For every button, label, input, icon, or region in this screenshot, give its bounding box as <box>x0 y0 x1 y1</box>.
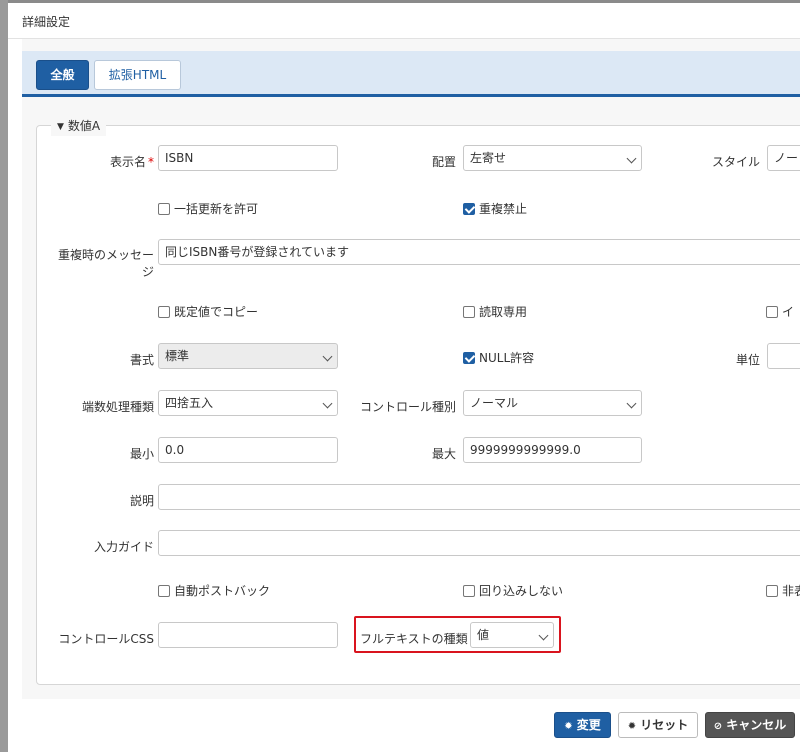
chevron-down-icon <box>626 153 637 164</box>
duplicate-message-label-line2: ジ <box>141 265 154 279</box>
checkbox-box <box>158 585 170 597</box>
min-label: 最小 <box>129 447 154 461</box>
ban-icon: ⊘ <box>713 721 723 732</box>
reset-button[interactable]: ✹ リセット <box>618 712 698 738</box>
cancel-button[interactable]: ⊘ キャンセル <box>705 712 795 738</box>
dialog-content: 全般 拡張HTML ▼ 数値A <box>22 39 800 699</box>
rounding-select[interactable]: 四捨五入 <box>158 390 338 416</box>
section-legend[interactable]: ▼ 数値A <box>51 118 107 136</box>
tab-bar: 全般 拡張HTML <box>22 51 800 97</box>
alignment-select[interactable]: 左寄せ <box>463 145 642 171</box>
change-button[interactable]: ✹ 変更 <box>554 712 611 738</box>
unit-label: 単位 <box>735 353 760 367</box>
no-duplicate-checkbox[interactable]: 重複禁止 <box>463 202 527 216</box>
duplicate-message-input[interactable]: 同じISBN番号が登録されています <box>158 239 800 265</box>
hidden-label: 非表 <box>782 584 800 598</box>
style-label: スタイル <box>711 155 760 169</box>
chevron-down-icon <box>322 351 333 362</box>
rounding-value: 四捨五入 <box>165 396 214 410</box>
null-allowed-label: NULL許容 <box>479 351 535 365</box>
bulk-update-checkbox[interactable]: 一括更新を許可 <box>158 202 258 216</box>
chevron-down-icon <box>626 398 637 409</box>
third-checkbox[interactable]: イ <box>766 305 794 319</box>
display-name-label: 表示名 * <box>88 153 154 170</box>
control-type-select[interactable]: ノーマル <box>463 390 642 416</box>
copy-default-checkbox[interactable]: 既定値でコピー <box>158 305 258 319</box>
description-label: 説明 <box>129 494 154 508</box>
checkbox-box-checked <box>463 352 475 364</box>
null-allowed-checkbox[interactable]: NULL許容 <box>463 351 534 365</box>
section-legend-label: 数値A <box>67 119 101 133</box>
caret-down-icon: ▼ <box>57 122 64 132</box>
checkbox-box <box>463 585 475 597</box>
unit-input[interactable] <box>767 343 800 369</box>
description-input[interactable] <box>158 484 800 510</box>
control-css-label: コントロールCSS <box>58 632 154 646</box>
gear-icon: ✹ <box>564 721 573 732</box>
no-wrap-label: 回り込みしない <box>479 584 564 598</box>
style-value: ノー <box>774 151 799 165</box>
display-name-label-text: 表示名 <box>109 155 146 169</box>
reset-button-label: リセット <box>640 718 689 732</box>
rounding-label: 端数処理種類 <box>81 400 154 414</box>
input-guide-label: 入力ガイド <box>93 540 154 554</box>
control-type-value: ノーマル <box>470 396 519 410</box>
format-select[interactable]: 標準 <box>158 343 338 369</box>
format-label: 書式 <box>129 353 154 367</box>
control-css-input[interactable] <box>158 622 338 648</box>
checkbox-box-checked <box>463 203 475 215</box>
bulk-update-label: 一括更新を許可 <box>174 202 259 216</box>
tab-general[interactable]: 全般 <box>36 60 89 90</box>
backdrop <box>0 0 8 752</box>
checkbox-box <box>766 585 778 597</box>
auto-postback-label: 自動ポストバック <box>174 584 271 598</box>
checkbox-box <box>766 306 778 318</box>
required-mark: * <box>148 155 154 169</box>
third-checkbox-label: イ <box>782 305 795 319</box>
dialog-title: 詳細設定 <box>8 3 800 39</box>
style-select[interactable]: ノー <box>767 145 800 171</box>
cancel-button-label: キャンセル <box>726 718 787 732</box>
alignment-label: 配置 <box>431 155 456 169</box>
alignment-value: 左寄せ <box>470 151 507 165</box>
no-wrap-checkbox[interactable]: 回り込みしない <box>463 584 563 598</box>
hidden-checkbox[interactable]: 非表 <box>766 584 800 598</box>
checkbox-box <box>158 306 170 318</box>
read-only-checkbox[interactable]: 読取専用 <box>463 305 527 319</box>
min-input[interactable]: 0.0 <box>158 437 338 463</box>
max-label: 最大 <box>431 447 456 461</box>
control-type-label: コントロール種別 <box>359 400 456 414</box>
settings-dialog: 詳細設定 全般 拡張HTML ▼ 数値A 表示名 * ISBN 配置 左寄せ スタイ… <box>8 3 800 752</box>
auto-postback-checkbox[interactable]: 自動ポストバック <box>158 584 270 598</box>
checkbox-box <box>158 203 170 215</box>
no-duplicate-label: 重複禁止 <box>479 202 528 216</box>
gear-icon: ✹ <box>627 721 637 732</box>
fulltext-type-select[interactable]: 値 <box>470 622 554 648</box>
read-only-label: 読取専用 <box>479 305 528 319</box>
chevron-down-icon <box>322 398 333 409</box>
checkbox-box <box>463 306 475 318</box>
duplicate-message-label: 重複時のメッセージ <box>48 246 154 280</box>
change-button-label: 変更 <box>576 718 601 732</box>
fulltext-type-value: 値 <box>477 628 490 642</box>
duplicate-message-label-line1: 重複時のメッセー <box>57 248 154 262</box>
fulltext-type-label: フルテキストの種類 <box>360 632 468 646</box>
tab-extended-html[interactable]: 拡張HTML <box>94 60 181 90</box>
input-guide-input[interactable] <box>158 530 800 556</box>
max-input[interactable]: 9999999999999.0 <box>463 437 642 463</box>
copy-default-label: 既定値でコピー <box>174 305 259 319</box>
chevron-down-icon <box>538 630 549 641</box>
display-name-input[interactable]: ISBN <box>158 145 338 171</box>
format-value: 標準 <box>165 349 190 363</box>
